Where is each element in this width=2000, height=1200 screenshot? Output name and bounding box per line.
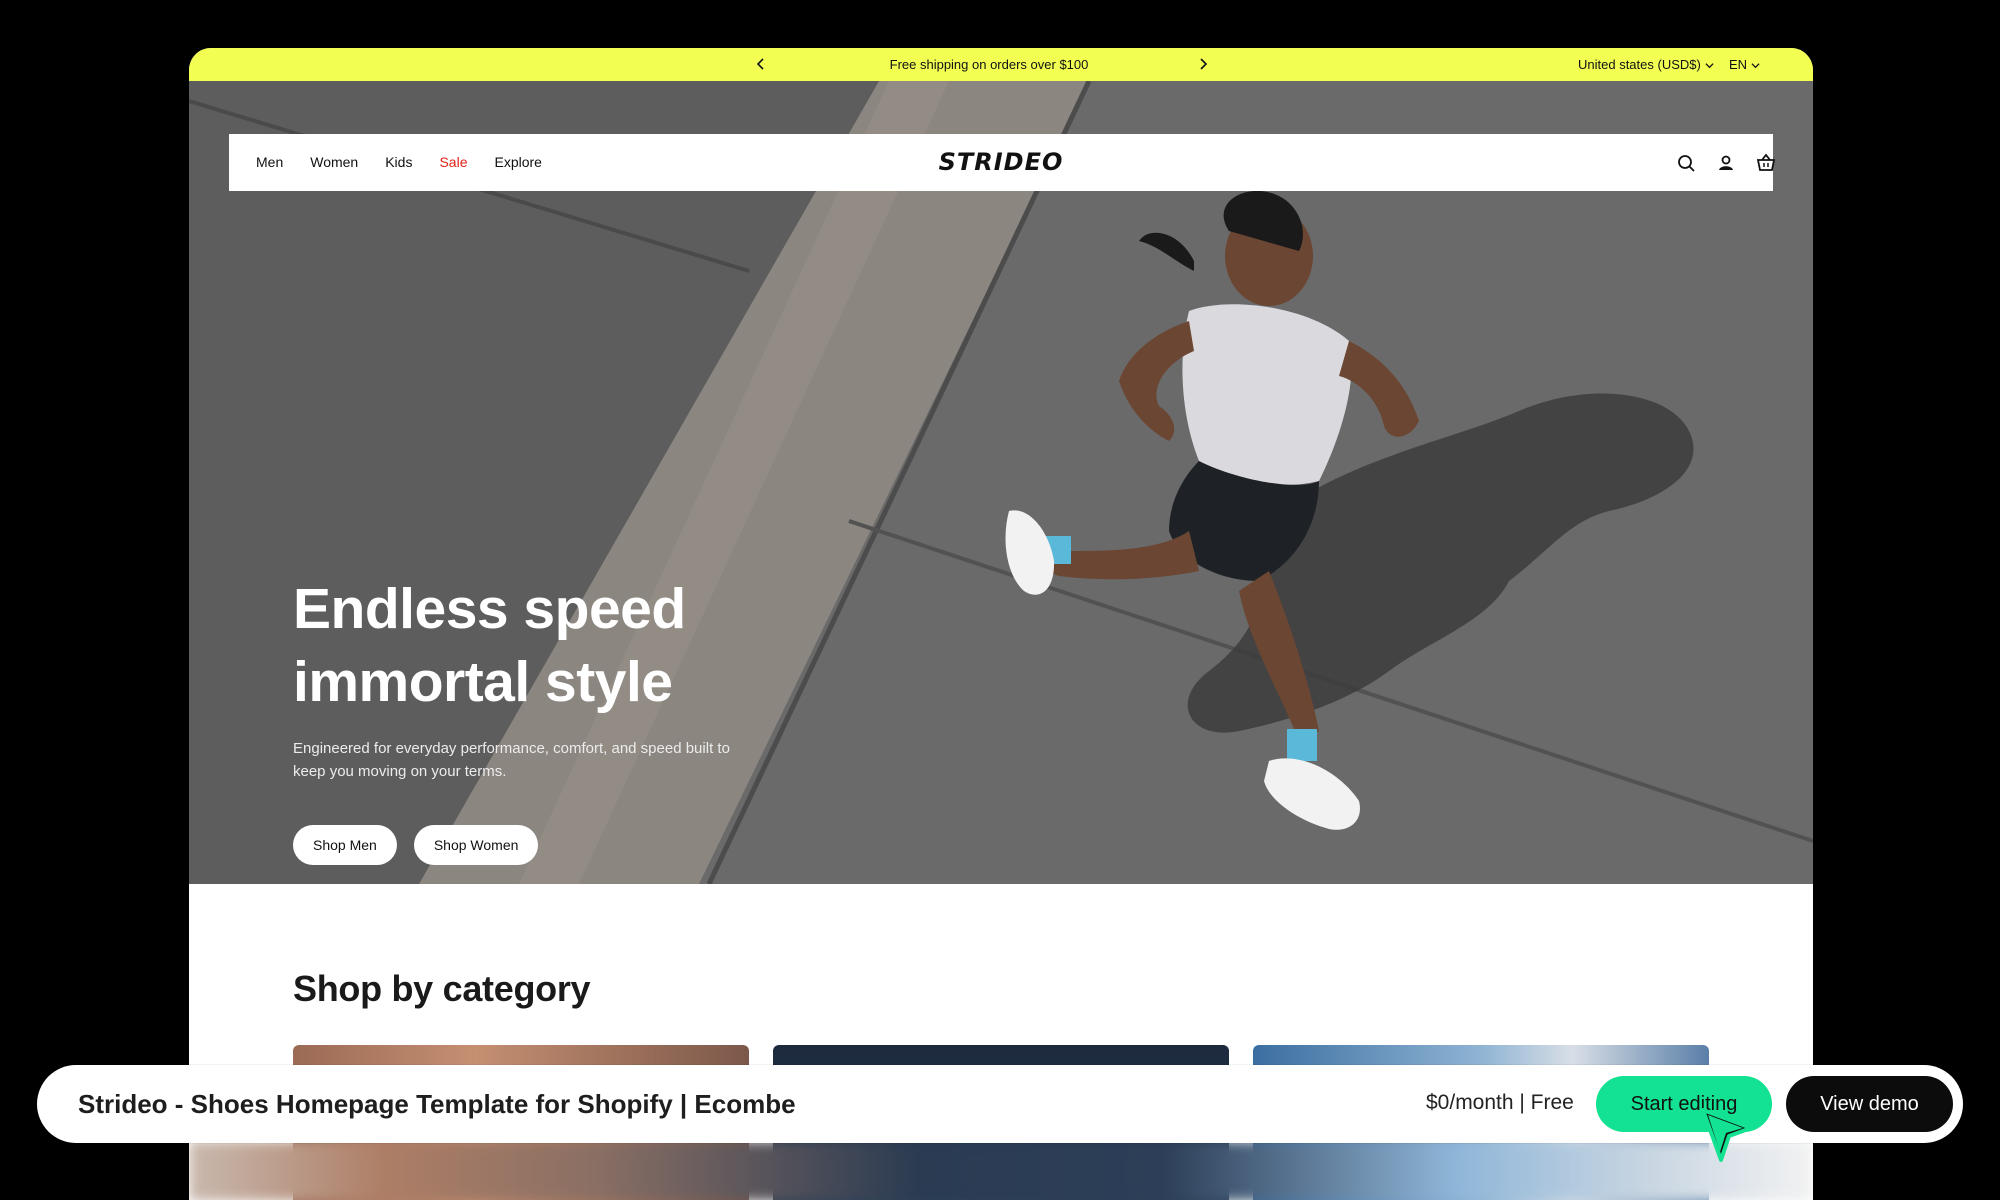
search-icon[interactable] — [1675, 152, 1697, 174]
site-logo[interactable]: STRIDEO — [229, 148, 1773, 176]
shop-men-button[interactable]: Shop Men — [293, 825, 397, 865]
view-demo-button[interactable]: View demo — [1786, 1076, 1953, 1132]
hero-copy: Endless speed immortal style Engineered … — [293, 573, 763, 783]
cart-icon[interactable] — [1755, 152, 1777, 174]
language-selector[interactable]: EN — [1729, 57, 1760, 72]
hero-subtitle: Engineered for everyday performance, com… — [293, 740, 730, 780]
account-icon[interactable] — [1715, 152, 1737, 174]
nav-icons — [1675, 152, 1777, 174]
region-selector[interactable]: United states (USD$) — [1578, 57, 1714, 72]
template-info-bar: Strideo - Shoes Homepage Template for Sh… — [37, 1065, 1963, 1143]
chevron-right-icon[interactable] — [1195, 56, 1211, 72]
browser-frame: Free shipping on orders over $100 United… — [189, 48, 1813, 1200]
hero-headline: Endless speed immortal style — [293, 573, 763, 719]
region-label: United states (USD$) — [1578, 57, 1701, 72]
hero-buttons: Shop Men Shop Women — [293, 825, 539, 865]
announcement-bar: Free shipping on orders over $100 United… — [189, 48, 1813, 81]
hero-banner: Men Women Kids Sale Explore STRIDEO Endl… — [189, 81, 1813, 884]
chevron-down-icon — [1705, 63, 1714, 69]
main-navigation: Men Women Kids Sale Explore STRIDEO — [229, 134, 1776, 191]
shop-women-button[interactable]: Shop Women — [413, 825, 539, 865]
cursor-pointer-icon — [1701, 1108, 1753, 1162]
chevron-down-icon — [1751, 63, 1760, 69]
hero-headline-line1: Endless speed — [293, 577, 686, 641]
announcement-message: Free shipping on orders over $100 — [889, 57, 1089, 72]
blurred-content — [189, 1141, 1813, 1200]
hero-headline-line2: immortal style — [293, 650, 673, 714]
template-title: Strideo - Shoes Homepage Template for Sh… — [78, 1089, 796, 1119]
category-section-title: Shop by category — [293, 968, 591, 1009]
language-label: EN — [1729, 57, 1748, 72]
template-price: $0/month | Free — [1426, 1091, 1574, 1114]
chevron-left-icon[interactable] — [753, 56, 769, 72]
